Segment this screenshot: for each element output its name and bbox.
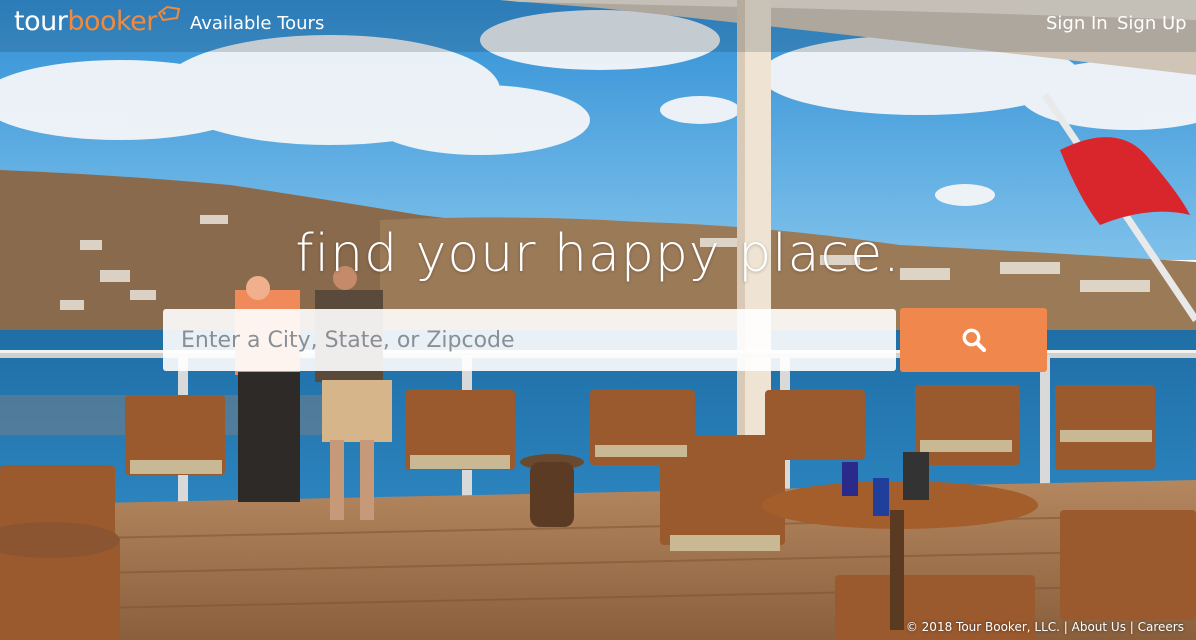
footer-about-link[interactable]: About Us: [1072, 620, 1126, 634]
nav-sign-in[interactable]: Sign In: [1046, 13, 1108, 34]
brand-part2: booker: [67, 6, 157, 37]
footer: © 2018 Tour Booker, LLC. | About Us | Ca…: [906, 620, 1184, 634]
footer-careers-link[interactable]: Careers: [1138, 620, 1184, 634]
footer-separator: |: [1059, 620, 1072, 634]
nav-available-tours[interactable]: Available Tours: [190, 13, 324, 34]
search-input[interactable]: [163, 309, 896, 371]
ticket-icon: [157, 5, 181, 22]
top-nav: tourbooker Available Tours Sign In Sign …: [0, 0, 1196, 52]
search-button[interactable]: [900, 308, 1047, 372]
footer-separator: |: [1125, 620, 1138, 634]
footer-copyright: © 2018 Tour Booker, LLC.: [905, 620, 1060, 634]
brand-part1: tour: [14, 6, 68, 37]
search-icon: [962, 328, 986, 353]
nav-sign-up[interactable]: Sign Up: [1117, 13, 1187, 34]
brand-logo[interactable]: tourbooker: [14, 6, 157, 37]
hero-tagline: find your happy place.: [295, 224, 901, 284]
